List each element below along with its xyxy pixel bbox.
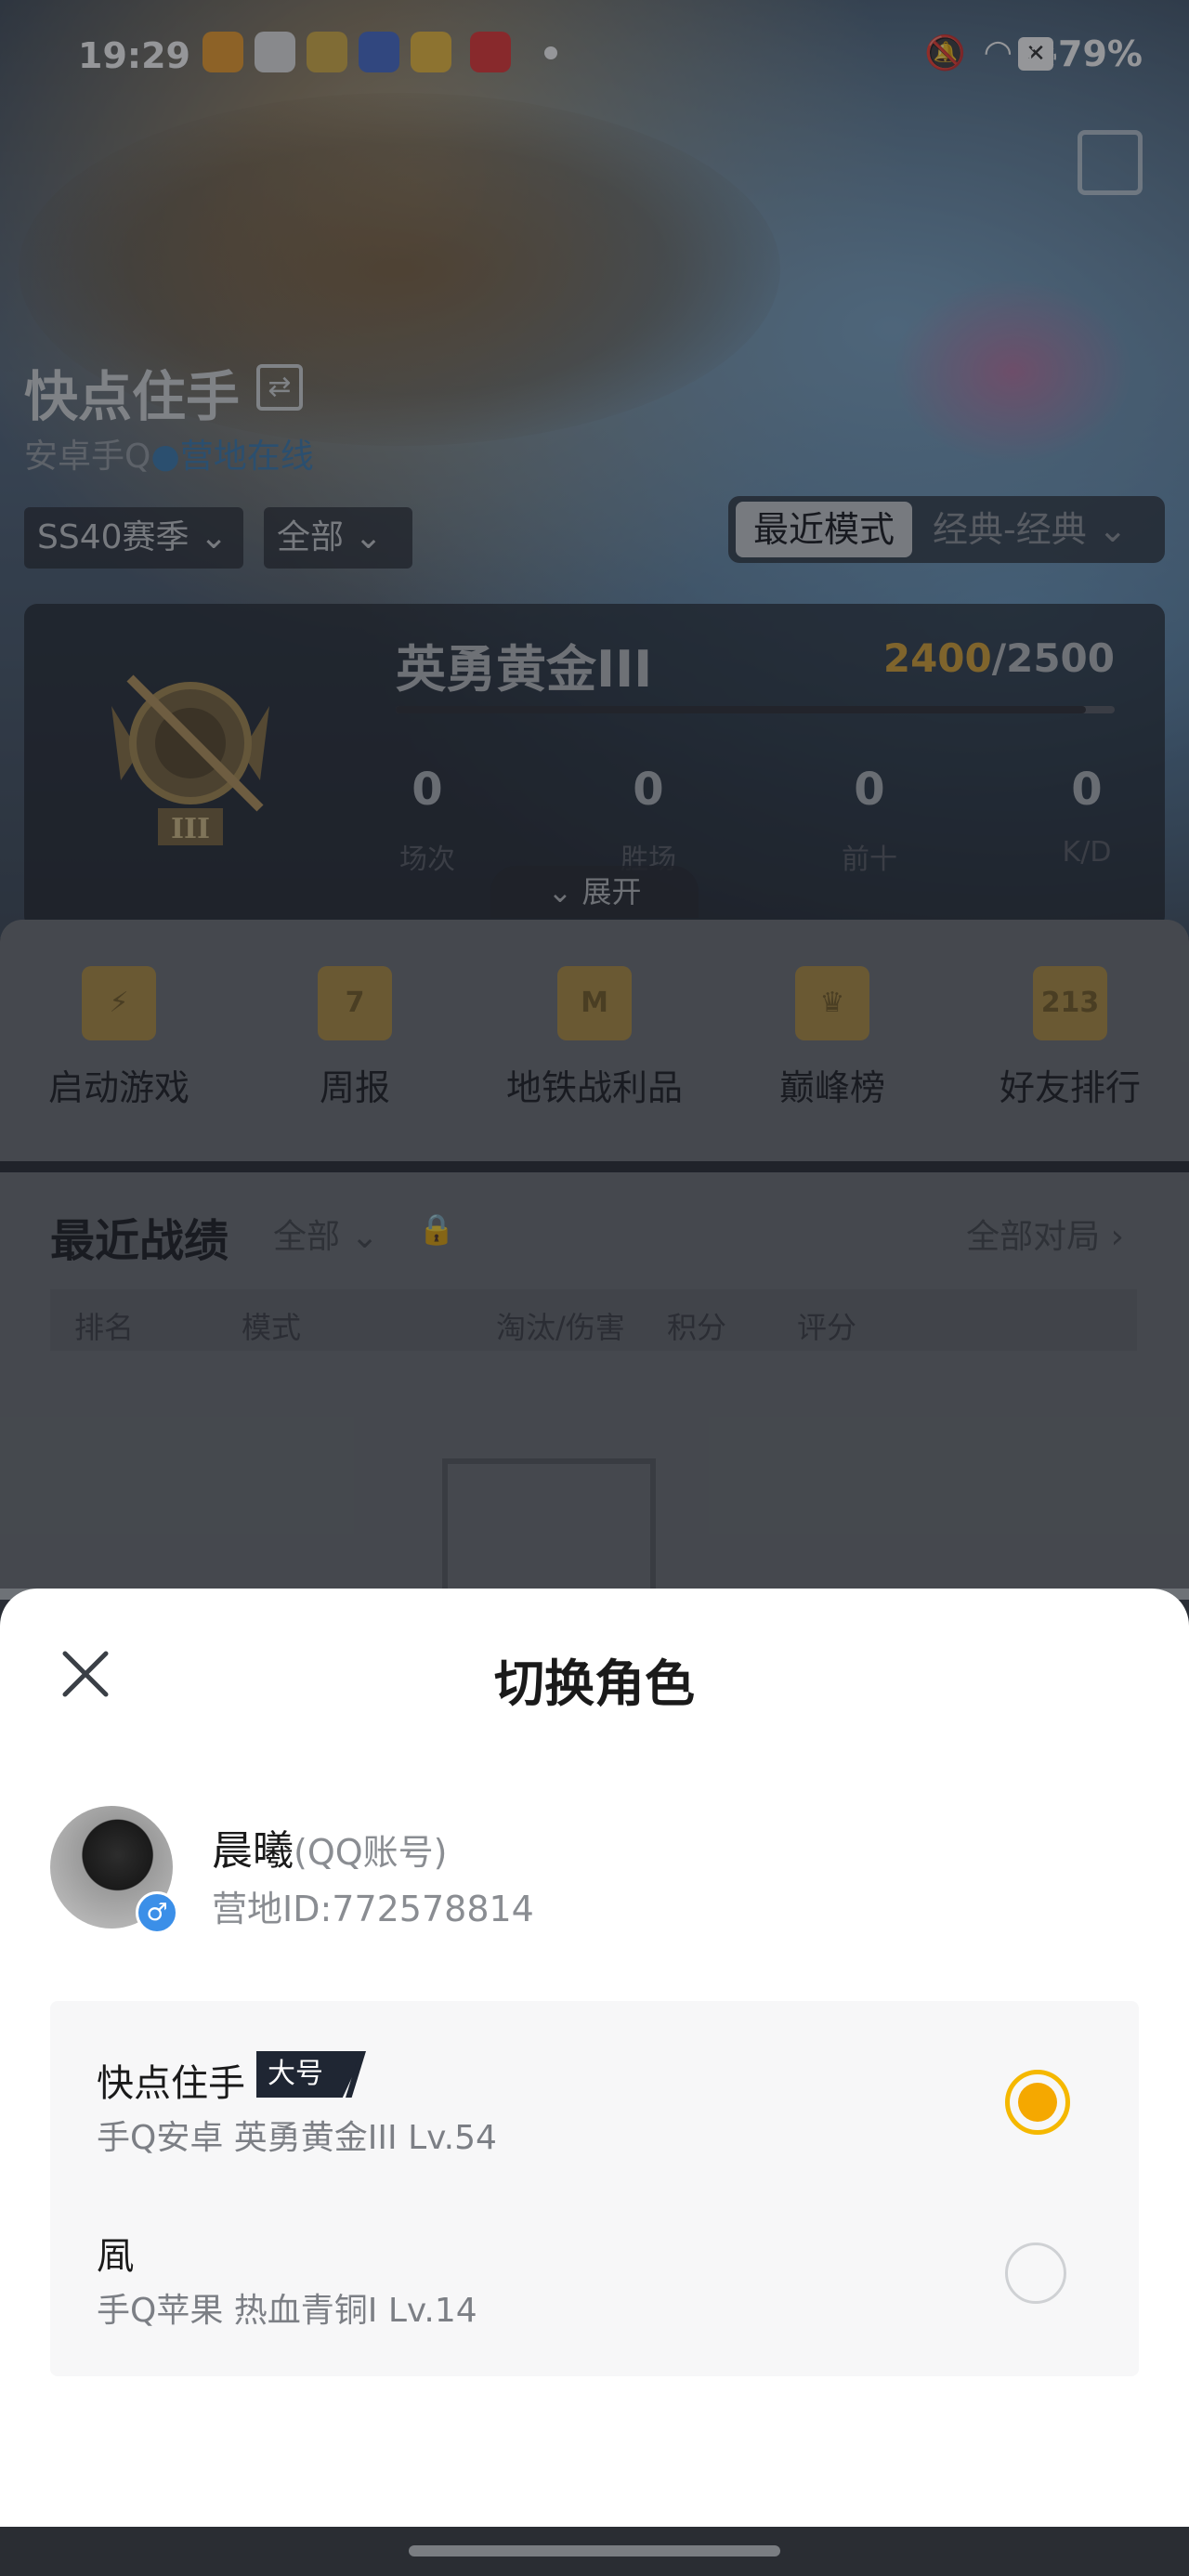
role-item[interactable] [50,2192,1139,2369]
role-name: 快点住手 [97,2062,245,2105]
role-radio-selected[interactable] [1005,2070,1070,2135]
modal-scrim[interactable] [0,0,1189,1589]
male-gender-icon: ♂ [136,1891,178,1934]
radio-dot [1018,2083,1057,2122]
account-type: (QQ账号) [294,1832,448,1873]
role-radio-unselected[interactable] [1005,2243,1066,2304]
role-name: 凮 [97,2235,134,2278]
camp-id: 营地ID:772578814 [212,1889,534,1929]
role-detail: 手Q苹果 热血青铜I Lv.14 [97,2292,477,2330]
user-name: 晨曦(QQ账号) [212,1817,447,1876]
role-detail: 手Q安卓 英勇黄金III Lv.54 [97,2119,497,2157]
sheet-title: 切换角色 [494,1654,695,1713]
user-nickname: 晨曦 [212,1827,294,1875]
home-indicator[interactable] [409,2545,780,2556]
